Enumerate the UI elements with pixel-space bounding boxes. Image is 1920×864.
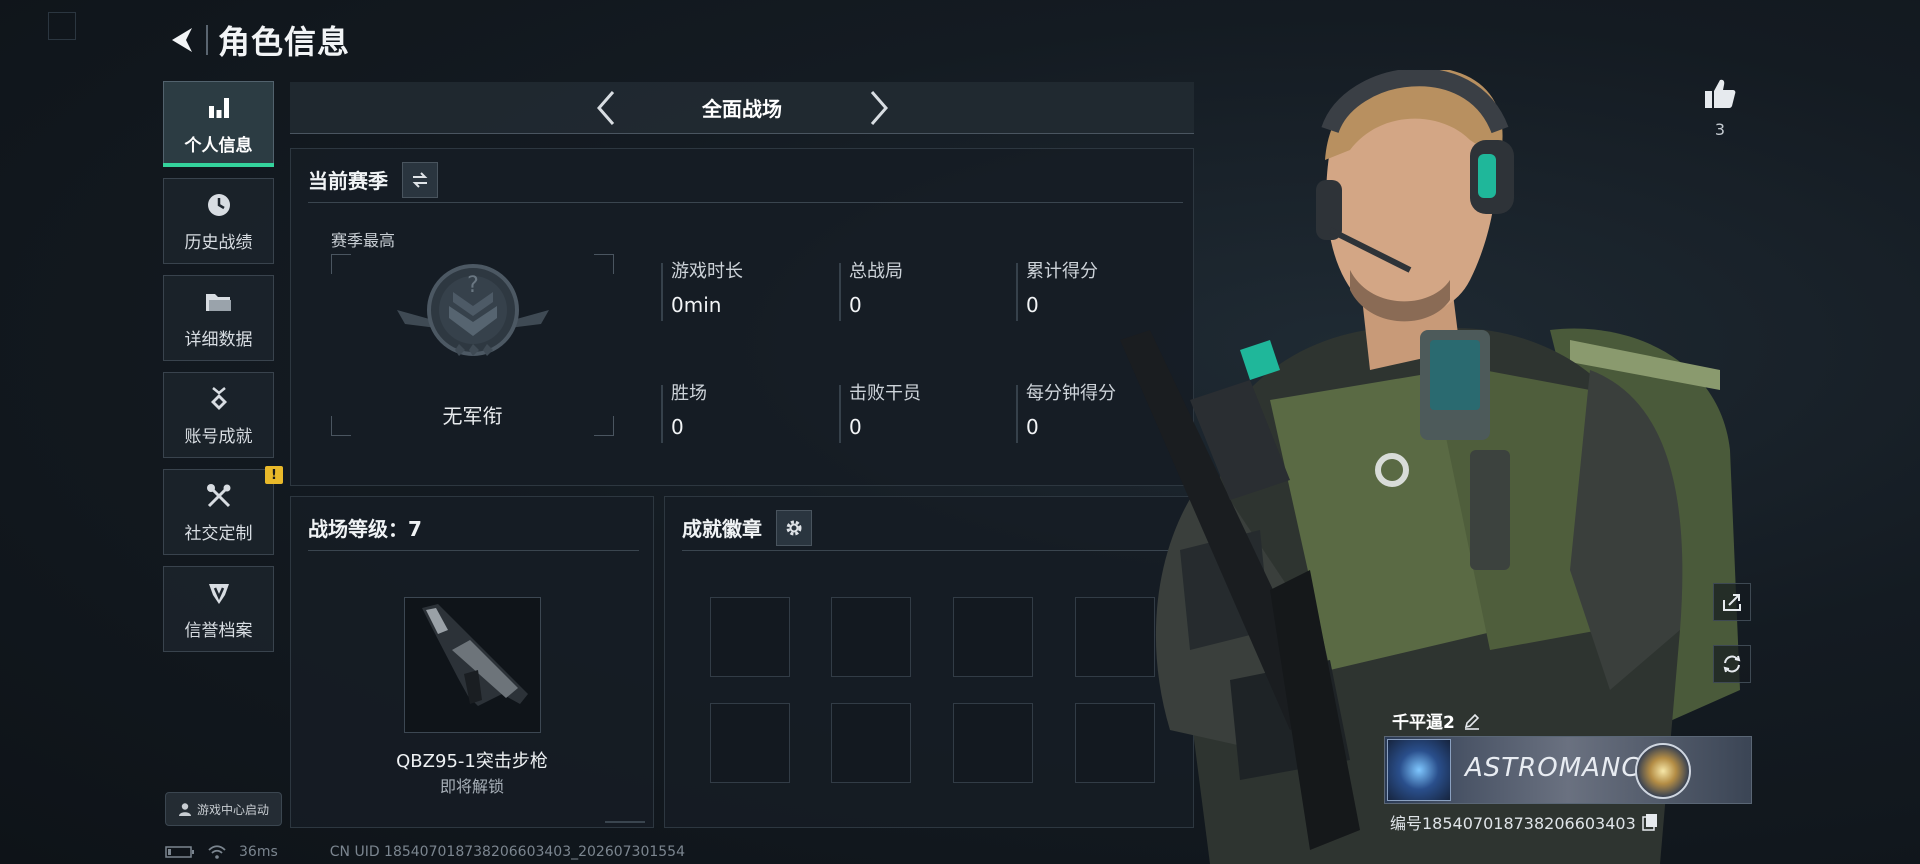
namecard-text: ASTROMANCY [1465,753,1658,783]
stat-label: 游戏时长 [671,261,743,282]
swap-icon [412,171,428,188]
tools-icon [204,481,234,511]
mode-name: 全面战场 [702,97,782,121]
rank-display: ? 无军衔 [331,254,614,436]
gear-icon [786,520,802,535]
stat-label: 胜场 [671,383,707,404]
sidebar-item-history[interactable]: 历史战绩 [163,178,274,264]
badge-slot-1[interactable] [710,597,790,677]
chevron-left-icon [596,90,614,125]
battlefield-level-panel: 战场等级：7 QBZ95-1突击步枪 即将解锁 [290,496,654,828]
stat-label: 总战局 [849,261,903,282]
refresh-icon [1723,655,1741,673]
stat-value: 0min [671,293,722,317]
user-icon [178,803,191,816]
sidebar-item-label: 社交定制 [184,523,253,544]
stat-total-matches: 总战局 0 [839,257,1019,321]
back-button[interactable] [162,20,202,60]
share-button[interactable] [1713,583,1751,621]
achievement-title: 成就徽章 [682,517,762,541]
panel-grip-mark [605,809,645,823]
frame-corner [331,254,351,274]
stat-value: 0 [849,293,862,317]
frame-corner [594,254,614,274]
rank-name: 无军衔 [442,404,503,428]
copy-icon[interactable] [1642,813,1658,831]
season-best-label: 赛季最高 [331,231,396,250]
stat-label: 击败干员 [849,383,921,404]
achievement-settings-button[interactable] [776,509,812,546]
mode-next-button[interactable] [860,85,900,131]
stat-value: 0 [849,415,862,439]
player-uid-row: 编号1854070187382066034​03 [1390,810,1658,834]
sidebar-item-label: 个人信息 [184,135,253,156]
sidebar: 个人信息 历史战绩 详细数据 账号成就 ! 社交定制 信誉档案 [163,81,283,663]
rifle-icon [421,604,528,706]
launch-label: 游戏中心启动 [196,802,269,817]
sidebar-item-social[interactable]: ! 社交定制 [163,466,283,555]
badge-slot-2[interactable] [831,597,911,677]
thumbs-up-icon [1705,79,1736,108]
sidebar-item-credit[interactable]: 信誉档案 [163,566,274,652]
badge-slot-7[interactable] [953,703,1033,783]
status-bar: 36ms CN UID 185407018738206603403_202607… [165,842,685,862]
folder-icon [204,287,234,317]
share-icon [1723,594,1741,611]
footer-uid: CN UID 185407018738206603403_20260730155… [329,844,685,860]
weapon-name: QBZ95-1突击步枪 [396,751,548,772]
namecard-orb [1635,743,1691,799]
player-name-row: 千平逼2 [1392,708,1481,733]
mode-prev-button[interactable] [585,85,625,131]
weapon-unlock-card[interactable] [404,597,541,733]
wifi-icon [208,845,226,859]
stat-wins: 胜场 0 [661,379,841,443]
clock-icon [204,190,234,220]
namecard-banner[interactable]: ASTROMANCY [1384,736,1752,804]
stat-play-time: 游戏时长 0min [661,257,841,321]
sidebar-item-detailed-data[interactable]: 详细数据 [163,275,274,361]
medal-icon [204,384,234,414]
back-arrow-icon [172,28,192,52]
sidebar-item-label: 账号成就 [184,426,253,447]
namecard-emblem [1387,739,1451,801]
game-center-launch-button[interactable]: 游戏中心启动 [165,792,282,826]
header-divider [206,25,208,55]
weapon-status: 即将解锁 [439,777,504,796]
rank-emblem-icon: ? [397,264,549,356]
badge-slot-3[interactable] [953,597,1033,677]
battery-icon [165,846,194,858]
like-button[interactable]: 3 [1700,76,1740,139]
refresh-button[interactable] [1713,645,1751,683]
notification-badge: ! [265,466,283,484]
badge-slot-6[interactable] [831,703,911,783]
likes-count: 3 [1714,120,1726,139]
season-switch-button[interactable] [402,161,438,198]
level-title: 战场等级：7 [308,505,639,551]
player-uid: 编号1854070187382066034​03 [1390,814,1636,833]
player-name: 千平逼2 [1392,713,1455,733]
sidebar-item-label: 信誉档案 [184,620,253,641]
sidebar-item-label: 详细数据 [184,329,253,350]
player-namecard: 千平逼2 ASTROMANCY 编号1854070187382066034​03 [1382,700,1752,840]
sidebar-item-personal-info[interactable]: 个人信息 [163,81,274,167]
sidebar-item-label: 历史战绩 [184,232,253,253]
stat-kills: 击败干员 0 [839,379,1019,443]
badge-slot-5[interactable] [710,703,790,783]
corner-mark [48,12,76,40]
sidebar-item-achievements[interactable]: 账号成就 [163,372,274,458]
edit-name-icon[interactable] [1463,712,1481,730]
page-title: 角色信息 [218,23,351,61]
season-title: 当前赛季 [308,169,388,193]
page-header: 角色信息 [162,18,350,62]
shield-icon [204,578,234,608]
ping-value: 36ms [239,844,278,860]
svg-text:?: ? [467,273,479,298]
chevron-right-icon [870,90,888,125]
bar-chart-icon [204,93,234,123]
stat-value: 0 [671,415,684,439]
